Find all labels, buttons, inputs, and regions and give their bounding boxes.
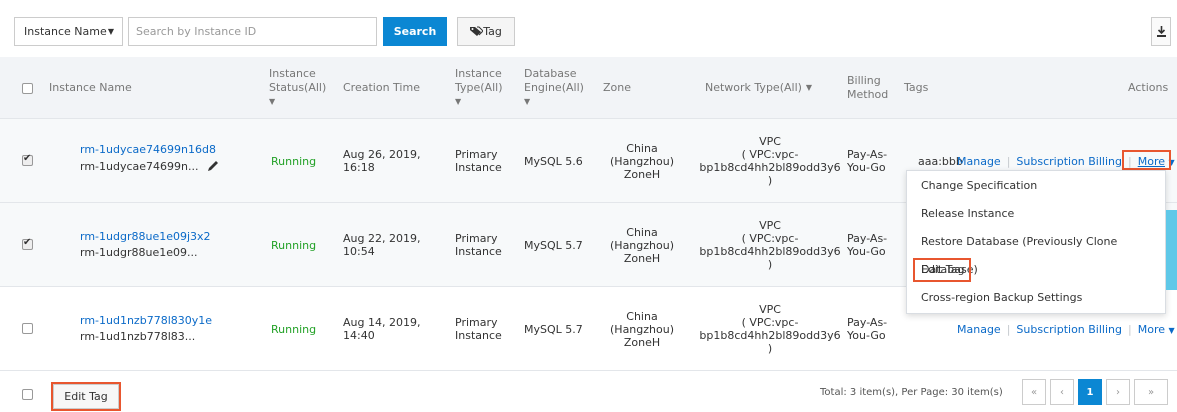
- filter-caret-icon: ▼: [524, 97, 531, 106]
- billing-method: Pay-As- You-Go: [847, 232, 888, 258]
- last-page-button[interactable]: »: [1134, 379, 1168, 405]
- highlight-edit-tag-menu: [913, 258, 971, 282]
- col-creation-time: Creation Time: [343, 81, 420, 94]
- col-billing-method: Billing Method: [847, 74, 889, 101]
- next-page-button[interactable]: ›: [1106, 379, 1130, 405]
- creation-time: Aug 14, 2019, 14:40: [343, 316, 421, 342]
- instance-name-text: rm-1udycae74699n...: [80, 159, 220, 173]
- instance-id-link[interactable]: rm-1udycae74699n16d8: [80, 143, 216, 156]
- col-instance-type[interactable]: Instance Type(All) ▼: [455, 57, 515, 119]
- chevron-down-icon: ▼: [1168, 325, 1175, 335]
- select-all-checkbox[interactable]: [22, 83, 33, 94]
- zone: China (Hangzhou) ZoneH: [610, 141, 674, 181]
- col-tags: Tags: [904, 81, 929, 94]
- col-instance-name: Instance Name: [49, 81, 132, 94]
- status-running: Running: [271, 238, 317, 252]
- search-button[interactable]: Search: [383, 17, 447, 46]
- table-header: Instance Name Instance Status(All) ▼ Cre…: [0, 57, 1177, 119]
- network-type: VPC( VPC:vpc-bp1b8cd4hh2bl89odd3y6): [699, 303, 841, 355]
- more-menu-button[interactable]: More ▼: [1138, 323, 1175, 336]
- manage-link[interactable]: Manage: [957, 155, 1001, 168]
- network-type: VPC( VPC:vpc-bp1b8cd4hh2bl89odd3y6): [699, 135, 841, 187]
- subscription-billing-link[interactable]: Subscription Billing: [1016, 155, 1122, 168]
- zone: China (Hangzhou) ZoneH: [610, 225, 674, 265]
- zone: China (Hangzhou) ZoneH: [610, 309, 674, 349]
- filter-field-select[interactable]: Instance Name ▼: [14, 17, 123, 46]
- tag-icon: [470, 26, 484, 36]
- divider: |: [1128, 322, 1132, 336]
- status-running: Running: [271, 154, 317, 168]
- pagination-summary: Total: 3 item(s), Per Page: 30 item(s): [820, 386, 1003, 398]
- divider: |: [1006, 322, 1011, 336]
- instance-name-text: rm-1udgr88ue1e09...: [80, 246, 198, 259]
- filter-caret-icon: ▼: [455, 97, 462, 106]
- filter-caret-icon: ▼: [805, 83, 813, 92]
- menu-item-cross-region-backup[interactable]: Cross-region Backup Settings: [921, 284, 1082, 312]
- billing-method: Pay-As- You-Go: [847, 148, 888, 174]
- search-input[interactable]: [128, 17, 377, 46]
- col-network-type[interactable]: Network Type(All) ▼: [705, 57, 812, 119]
- instance-name-cell: rm-1ud1nzb778l830y1e rm-1ud1nzb778l83...: [80, 314, 212, 343]
- col-zone: Zone: [603, 81, 632, 94]
- footer-select-all-checkbox[interactable]: [22, 389, 33, 400]
- first-page-button[interactable]: «: [1022, 379, 1046, 405]
- database-engine: MySQL 5.7: [524, 238, 583, 252]
- export-icon: [1157, 26, 1166, 37]
- menu-item-restore-database[interactable]: Restore Database (Previously Clone Datab…: [921, 228, 1165, 276]
- page-1-button[interactable]: 1: [1078, 379, 1102, 405]
- row-checkbox[interactable]: [22, 237, 33, 250]
- billing-method: Pay-As- You-Go: [847, 316, 888, 342]
- subscription-billing-link[interactable]: Subscription Billing: [1016, 323, 1122, 336]
- divider: |: [1006, 154, 1011, 168]
- instance-name-text: rm-1ud1nzb778l83...: [80, 330, 196, 343]
- edit-pencil-icon[interactable]: [206, 159, 220, 173]
- database-engine: MySQL 5.7: [524, 322, 583, 336]
- manage-link[interactable]: Manage: [957, 323, 1001, 336]
- creation-time: Aug 26, 2019, 16:18: [343, 148, 421, 174]
- instance-id-link[interactable]: rm-1udgr88ue1e09j3x2: [80, 230, 211, 243]
- network-type: VPC( VPC:vpc-bp1b8cd4hh2bl89odd3y6): [699, 219, 841, 271]
- highlight-more: [1122, 150, 1171, 170]
- filter-field-label: Instance Name: [24, 25, 107, 38]
- col-database-engine[interactable]: Database Engine(All) ▼: [524, 57, 594, 119]
- prev-page-button[interactable]: ‹: [1050, 379, 1074, 405]
- side-feedback-tab[interactable]: [1166, 210, 1177, 290]
- instance-name-cell: rm-1udycae74699n16d8 rm-1udycae74699n...: [80, 143, 220, 173]
- instance-type: Primary Instance: [455, 316, 502, 342]
- row-checkbox[interactable]: [22, 323, 33, 334]
- status-running: Running: [271, 322, 317, 336]
- col-actions: Actions: [1128, 81, 1169, 94]
- instance-type: Primary Instance: [455, 232, 502, 258]
- instance-name-cell: rm-1udgr88ue1e09j3x2 rm-1udgr88ue1e09...: [80, 230, 211, 259]
- filter-caret-icon: ▼: [269, 97, 276, 106]
- caret-down-icon: ▼: [107, 27, 114, 36]
- more-dropdown-menu: Change Specification Release Instance Re…: [906, 170, 1166, 314]
- col-instance-status[interactable]: Instance Status(All) ▼: [269, 57, 341, 119]
- highlight-edit-tag-button: [51, 382, 121, 411]
- creation-time: Aug 22, 2019, 10:54: [343, 232, 421, 258]
- database-engine: MySQL 5.6: [524, 154, 583, 168]
- tag-button[interactable]: Tag: [457, 17, 515, 46]
- instance-type: Primary Instance: [455, 148, 502, 174]
- export-button[interactable]: [1151, 17, 1171, 46]
- menu-item-release-instance[interactable]: Release Instance: [921, 200, 1014, 228]
- tag-button-label: Tag: [483, 25, 502, 38]
- menu-item-change-specification[interactable]: Change Specification: [921, 172, 1037, 200]
- toolbar: Instance Name ▼ Search Tag: [0, 0, 1177, 48]
- row-checkbox[interactable]: [22, 153, 33, 166]
- instance-id-link[interactable]: rm-1ud1nzb778l830y1e: [80, 314, 212, 327]
